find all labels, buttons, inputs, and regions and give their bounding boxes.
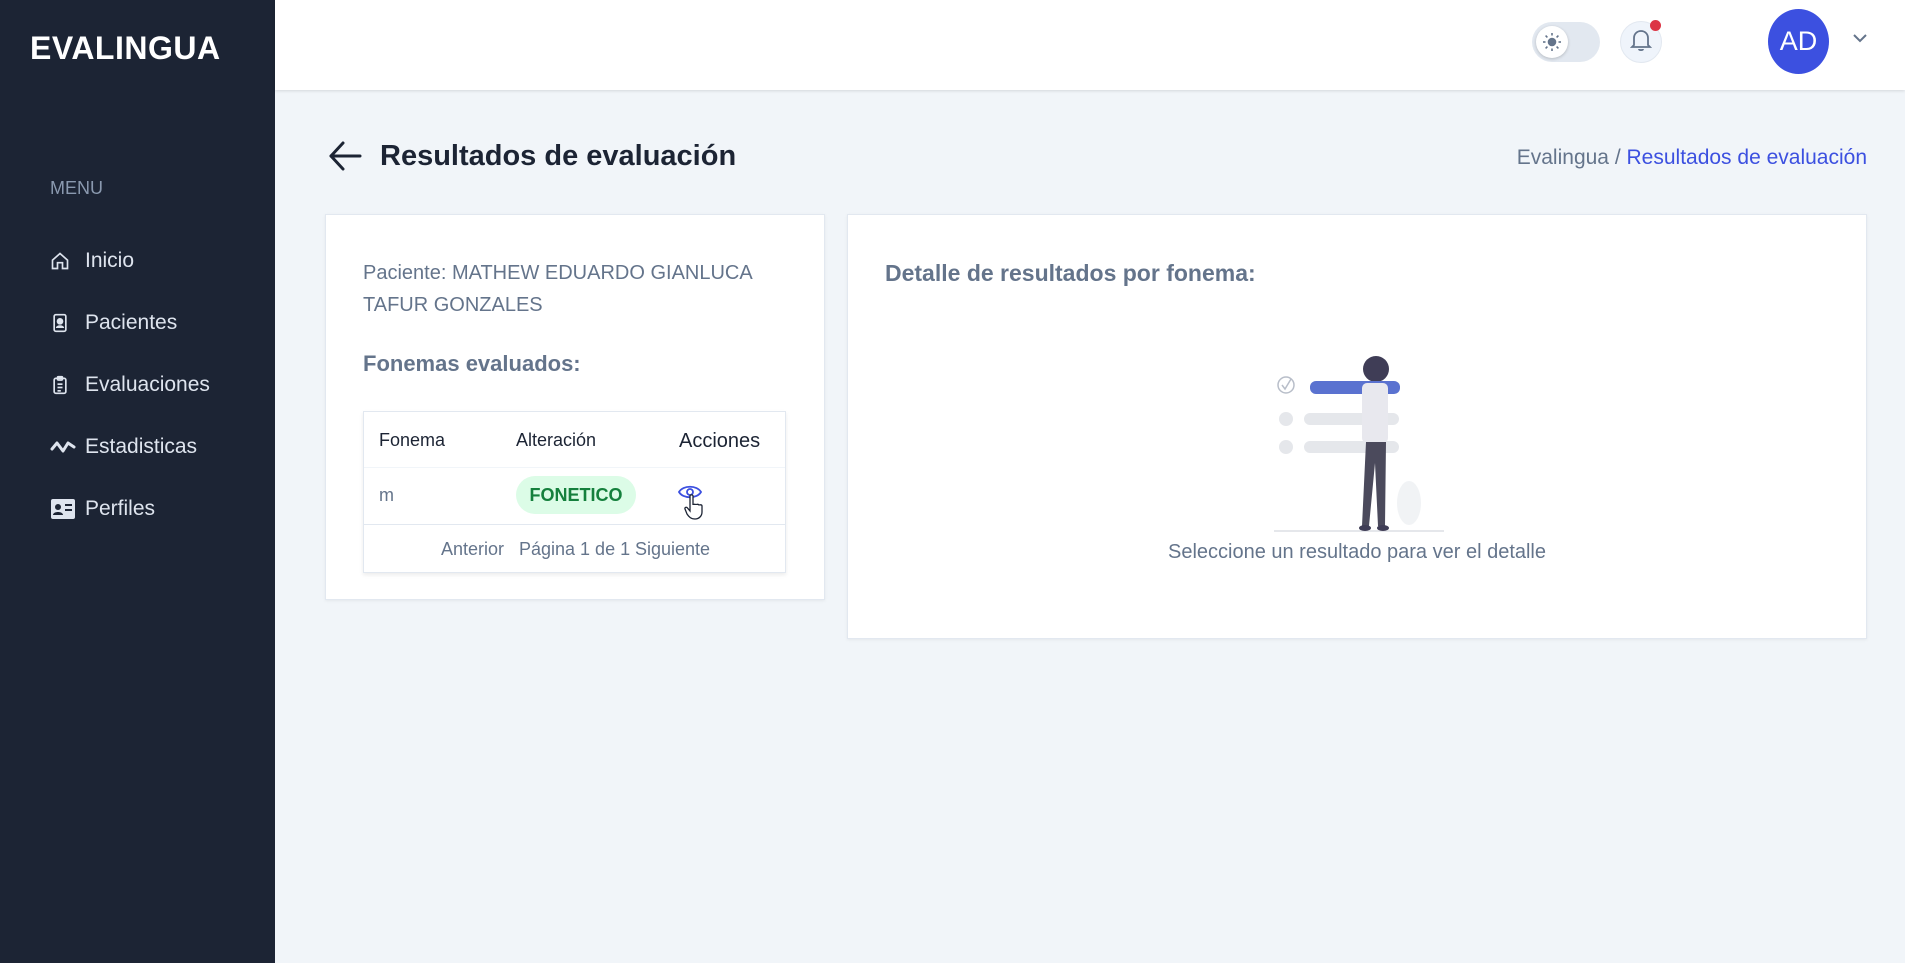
avatar[interactable]: AD <box>1768 9 1829 74</box>
pagination-previous[interactable]: Anterior <box>441 539 504 560</box>
section-title: Fonemas evaluados: <box>363 351 581 376</box>
theme-toggle[interactable] <box>1532 22 1600 62</box>
phonemes-table: Fonema Alteración Acciones m FONETICO An… <box>363 411 786 573</box>
hand-pointer-icon <box>684 494 704 525</box>
empty-state-illustration <box>1274 353 1444 543</box>
sidebar-item-estadisticas[interactable]: Estadisticas <box>50 416 210 478</box>
id-badge-icon <box>50 313 78 333</box>
pagination-next[interactable]: Siguiente <box>635 539 710 560</box>
notification-button[interactable] <box>1620 20 1662 63</box>
chevron-down-icon[interactable] <box>1852 31 1868 49</box>
activity-icon <box>50 437 78 457</box>
clipboard-icon <box>50 375 78 395</box>
empty-state-message: Seleccione un resultado para ver el deta… <box>1167 541 1547 563</box>
sidebar-item-evaluaciones[interactable]: Evaluaciones <box>50 354 210 416</box>
patient-name: Paciente: MATHEW EDUARDO GIANLUCA TAFUR … <box>363 262 752 316</box>
column-header-alteracion: Alteración <box>516 430 597 450</box>
home-icon <box>50 251 78 271</box>
column-header-acciones: Acciones <box>679 430 761 452</box>
column-header-fonema: Fonema <box>379 430 446 450</box>
bell-icon <box>1629 28 1653 57</box>
pagination-info: Página 1 de 1 <box>519 539 631 559</box>
top-header: admin ADMIN AD <box>275 0 1905 90</box>
sun-icon <box>1536 26 1568 58</box>
divider <box>364 467 785 468</box>
sidebar-item-label: Perfiles <box>85 497 156 520</box>
sidebar-item-label: Estadisticas <box>85 435 198 458</box>
phonemes-card: Paciente: MATHEW EDUARDO GIANLUCA TAFUR … <box>325 214 825 600</box>
menu-heading: MENU <box>50 178 103 198</box>
sidebar-item-inicio[interactable]: Inicio <box>50 230 210 292</box>
sidebar-item-pacientes[interactable]: Pacientes <box>50 292 210 354</box>
notification-dot <box>1650 20 1661 31</box>
id-card-icon <box>50 498 78 520</box>
sidebar-nav: Inicio Pacientes Evaluaciones Estadistic… <box>50 230 210 540</box>
sidebar-item-label: Inicio <box>85 249 135 272</box>
sidebar-item-label: Evaluaciones <box>85 373 210 396</box>
page-title: Resultados de evaluación <box>380 140 737 172</box>
breadcrumb: Evalingua / Resultados de evaluación <box>1517 146 1867 170</box>
detail-card: Detalle de resultados por fonema: Selecc… <box>847 214 1867 639</box>
sidebar: EVALINGUA MENU Inicio Pacientes Evaluaci… <box>0 0 275 963</box>
status-badge: FONETICO <box>516 476 636 514</box>
cell-fonema: m <box>379 485 394 505</box>
detail-title: Detalle de resultados por fonema: <box>885 260 1256 286</box>
app-logo[interactable]: EVALINGUA <box>30 30 221 67</box>
sidebar-item-label: Pacientes <box>85 311 178 334</box>
sidebar-item-perfiles[interactable]: Perfiles <box>50 478 210 540</box>
divider <box>364 524 785 525</box>
back-arrow-icon[interactable] <box>327 138 363 179</box>
breadcrumb-root-link[interactable]: Evalingua / <box>1517 146 1621 169</box>
breadcrumb-current: Resultados de evaluación <box>1626 146 1868 169</box>
